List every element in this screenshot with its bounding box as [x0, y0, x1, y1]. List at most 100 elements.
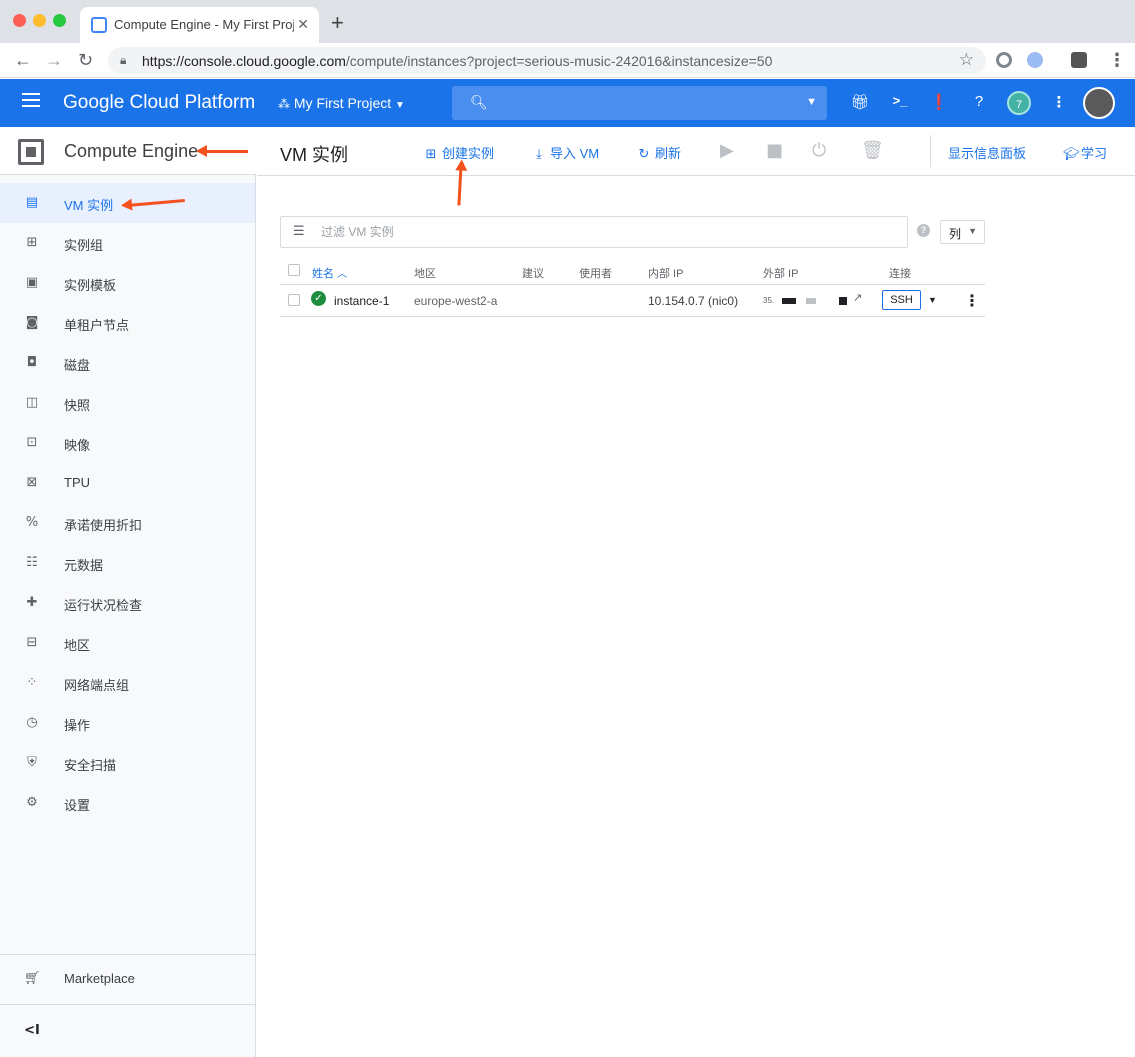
sidebar-item-13[interactable]: ⁘ 网络端点组	[0, 663, 255, 703]
product-title: Compute Engine	[64, 141, 199, 161]
search-dropdown-icon[interactable]: ▼	[806, 96, 817, 108]
url-input[interactable]: 🔒︎ https://console.cloud.google.com/comp…	[108, 47, 986, 74]
redacted-ip-block	[839, 297, 847, 305]
filter-help-icon[interactable]: ?	[917, 224, 930, 237]
new-tab-button[interactable]: +	[331, 10, 344, 36]
sidebar-item-2[interactable]: ⊞ 实例组	[0, 223, 255, 263]
open-in-new-icon[interactable]: ↗	[853, 291, 862, 304]
instance-name-link[interactable]: instance-1	[334, 294, 389, 308]
sidebar-item-3[interactable]: ▣ 实例模板	[0, 263, 255, 303]
forward-arrow-icon[interactable]: →	[45, 50, 63, 71]
ssh-dropdown-icon[interactable]: ▼	[928, 295, 937, 305]
reload-icon[interactable]: ↻	[78, 50, 93, 71]
hamburger-menu-icon[interactable]	[22, 93, 40, 107]
gift-icon[interactable]: 🎁︎	[850, 93, 870, 113]
stop-icon[interactable]: ■	[766, 140, 783, 161]
ssh-button[interactable]: SSH	[882, 290, 921, 310]
zone-icon: ⊟	[26, 635, 38, 650]
sidebar-item-16[interactable]: ⚙ 设置	[0, 783, 255, 823]
learn-label: 学习	[1081, 146, 1108, 161]
sidebar-item-9[interactable]: % 承诺使用折扣	[0, 503, 255, 543]
bookmark-star-icon[interactable]: ☆	[959, 50, 974, 70]
collapse-sidebar-button[interactable]: <I	[0, 1011, 255, 1051]
annotation-arrow	[457, 165, 463, 206]
help-icon[interactable]: ?	[969, 93, 989, 113]
sidebar-item-7[interactable]: ⊡ 映像	[0, 423, 255, 463]
import-vm-label: 导入 VM	[550, 146, 600, 161]
compute-engine-chip-icon	[18, 139, 44, 165]
extension-feather-icon[interactable]	[1027, 52, 1043, 68]
cloud-shell-icon[interactable]: >_	[890, 93, 910, 113]
sidebar-divider	[0, 1004, 255, 1005]
browser-tab[interactable]: Compute Engine - My First Proj ✕	[80, 7, 319, 43]
back-arrow-icon[interactable]: ←	[14, 50, 32, 71]
search-input[interactable]: 🔍︎ ▼	[452, 86, 827, 120]
tab-title: Compute Engine - My First Proj	[114, 17, 294, 32]
minimize-window-button[interactable]	[33, 14, 46, 27]
sidebar-item-marketplace[interactable]: 🛒︎ Marketplace	[0, 959, 255, 999]
sidebar-item-15[interactable]: ⛨ 安全扫描	[0, 743, 255, 783]
extension-circle-icon[interactable]	[996, 52, 1012, 68]
instance-group-icon: ⊞	[26, 235, 38, 250]
feedback-icon[interactable]: ❗	[929, 93, 949, 113]
learn-button[interactable]: 🎓︎学习	[1063, 143, 1107, 162]
url-host: https://console.cloud.google.com	[142, 53, 346, 69]
browser-menu-icon[interactable]: ⋮	[1108, 50, 1126, 71]
column-header-name-label: 姓名	[312, 268, 334, 280]
compute-engine-favicon-icon	[91, 17, 107, 33]
row-more-icon[interactable]: ⋮	[964, 291, 980, 310]
close-tab-icon[interactable]: ✕	[297, 16, 309, 33]
sidebar-item-12[interactable]: ⊟ 地区	[0, 623, 255, 663]
sidebar-item-10[interactable]: ☷ 元数据	[0, 543, 255, 583]
reset-icon[interactable]: ⏻	[812, 140, 826, 161]
sidebar-item-label: 快照	[64, 398, 91, 413]
filter-icon: ☰	[293, 224, 305, 239]
instance-external-ip[interactable]: 35.	[763, 296, 774, 305]
sidebar-item-11[interactable]: ✚ 运行状况检查	[0, 583, 255, 623]
page-toolbar: VM 实例 ⊞ 创建实例 ⤓ 导入 VM ↻ 刷新 ▶ ■ ⏻ 🗑︎ 显示信息面板 🎓…	[257, 127, 1135, 176]
project-selector[interactable]: ⁂ My First Project ▼	[278, 95, 405, 111]
gcp-brand[interactable]: Google Cloud Platform	[63, 92, 255, 114]
more-vert-icon[interactable]: ⋮	[1049, 93, 1069, 113]
table-header: 姓名 ︿ 地区 建议 使用者 内部 IP 外部 IP 连接	[280, 257, 985, 285]
close-window-button[interactable]	[13, 14, 26, 27]
start-icon[interactable]: ▶	[720, 140, 734, 161]
annotation-arrow	[196, 145, 248, 157]
select-all-checkbox[interactable]	[288, 264, 300, 276]
chevron-down-icon: ▼	[968, 226, 977, 236]
redacted-ip-block	[806, 298, 816, 304]
sidebar-item-5[interactable]: ◘ 磁盘	[0, 343, 255, 383]
notifications-badge[interactable]: 7	[1007, 91, 1031, 115]
cart-icon: 🛒︎	[24, 971, 41, 986]
row-checkbox[interactable]	[288, 294, 300, 306]
sort-asc-icon: ︿	[337, 269, 348, 280]
sole-tenant-icon: ◙	[25, 315, 39, 330]
chevron-down-icon: ▼	[395, 100, 405, 111]
browser-tab-bar: Compute Engine - My First Proj ✕ +	[0, 0, 1135, 43]
sidebar-item-label: 承诺使用折扣	[64, 518, 143, 533]
sidebar-item-8[interactable]: ⊠ TPU	[0, 463, 255, 503]
sidebar-item-14[interactable]: ◷ 操作	[0, 703, 255, 743]
column-header-recommendation: 建议	[522, 268, 544, 280]
maximize-window-button[interactable]	[53, 14, 66, 27]
page-title: VM 实例	[280, 145, 349, 165]
sidebar-item-label: 运行状况检查	[64, 598, 143, 613]
columns-dropdown[interactable]: 列 ▼	[940, 220, 985, 244]
column-header-external-ip: 外部 IP	[763, 268, 799, 280]
account-avatar[interactable]	[1083, 87, 1115, 119]
create-instance-label: 创建实例	[442, 146, 495, 161]
sidebar-item-4[interactable]: ◙ 单租户节点	[0, 303, 255, 343]
filter-input[interactable]	[321, 223, 881, 241]
delete-icon[interactable]: 🗑︎	[861, 140, 884, 161]
sidebar: Compute Engine ▤ VM 实例 ⊞ 实例组 ▣ 实例模板 ◙ 单租户节点 ◘ 磁盘 ◫…	[0, 127, 256, 1057]
import-vm-button[interactable]: ⤓ 导入 VM	[532, 143, 599, 162]
project-dots-icon: ⁂	[278, 97, 290, 111]
disk-icon: ◘	[26, 355, 38, 370]
sidebar-item-6[interactable]: ◫ 快照	[0, 383, 255, 423]
sidebar-item-label: 单租户节点	[64, 318, 130, 333]
column-header-zone: 地区	[414, 268, 436, 280]
show-info-panel-button[interactable]: 显示信息面板	[948, 143, 1026, 162]
column-header-name[interactable]: 姓名 ︿	[312, 265, 347, 281]
refresh-button[interactable]: ↻ 刷新	[637, 143, 681, 162]
profile-avatar-icon[interactable]	[1071, 52, 1087, 68]
